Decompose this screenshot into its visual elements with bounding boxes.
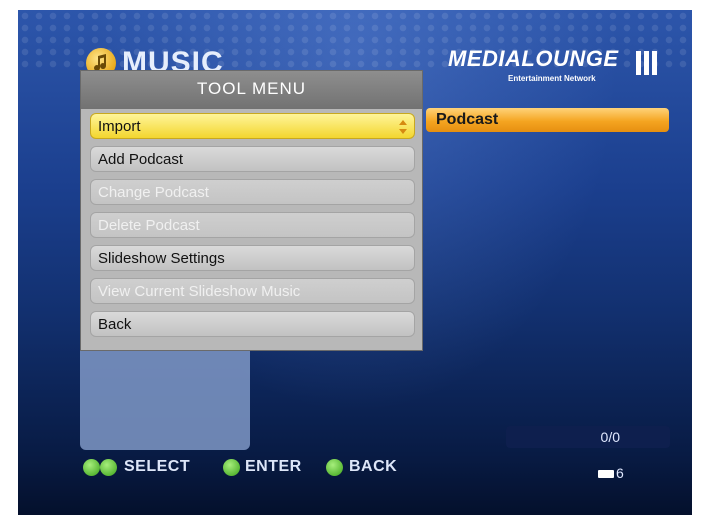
menu-item-label: Slideshow Settings — [98, 250, 225, 267]
help-enter-label: ENTER — [245, 458, 302, 475]
position-counter: 0/0 — [506, 426, 670, 448]
logo-text: MEDIALOUNGE — [448, 46, 619, 71]
tool-menu: TOOL MENU Import Add Podcast Change Podc… — [80, 70, 423, 351]
up-down-arrows-icon — [399, 120, 407, 134]
menu-item-slideshow-settings[interactable]: Slideshow Settings — [90, 245, 415, 271]
down-arrow-icon — [100, 459, 117, 476]
menu-item-label: Import — [98, 118, 141, 135]
menu-item-delete-podcast: Delete Podcast — [90, 212, 415, 238]
logo-subtitle: Entertainment Network — [508, 74, 596, 83]
tv-screen: MUSIC MEDIALOUNGE Entertainment Network … — [18, 10, 692, 515]
menu-item-change-podcast: Change Podcast — [90, 179, 415, 205]
logo-grid-icon — [636, 51, 658, 75]
up-arrow-icon — [83, 459, 100, 476]
list-item-label: Podcast — [436, 111, 499, 128]
menu-item-label: View Current Slideshow Music — [98, 283, 301, 300]
tool-menu-header: TOOL MENU — [81, 71, 422, 109]
menu-item-back[interactable]: Back — [90, 311, 415, 337]
help-select-label: SELECT — [124, 458, 191, 475]
position-counter-text: 0/0 — [600, 429, 620, 445]
item-count: 6 — [598, 465, 658, 485]
tool-menu-title: TOOL MENU — [196, 79, 307, 98]
menu-item-view-slideshow-music: View Current Slideshow Music — [90, 278, 415, 304]
help-back-label: BACK — [349, 458, 398, 475]
menu-item-import[interactable]: Import — [90, 113, 415, 139]
menu-item-label: Change Podcast — [98, 184, 209, 201]
list-item-podcast[interactable]: Podcast — [426, 108, 669, 132]
memory-card-icon — [598, 470, 614, 478]
back-arrow-icon — [326, 459, 343, 476]
enter-button-icon — [223, 459, 240, 476]
menu-item-add-podcast[interactable]: Add Podcast — [90, 146, 415, 172]
item-count-text: 6 — [616, 465, 624, 481]
menu-item-label: Add Podcast — [98, 151, 184, 168]
menu-item-label: Delete Podcast — [98, 217, 200, 234]
menu-item-label: Back — [98, 316, 132, 333]
medialounge-logo: MEDIALOUNGE Entertainment Network — [448, 46, 663, 91]
